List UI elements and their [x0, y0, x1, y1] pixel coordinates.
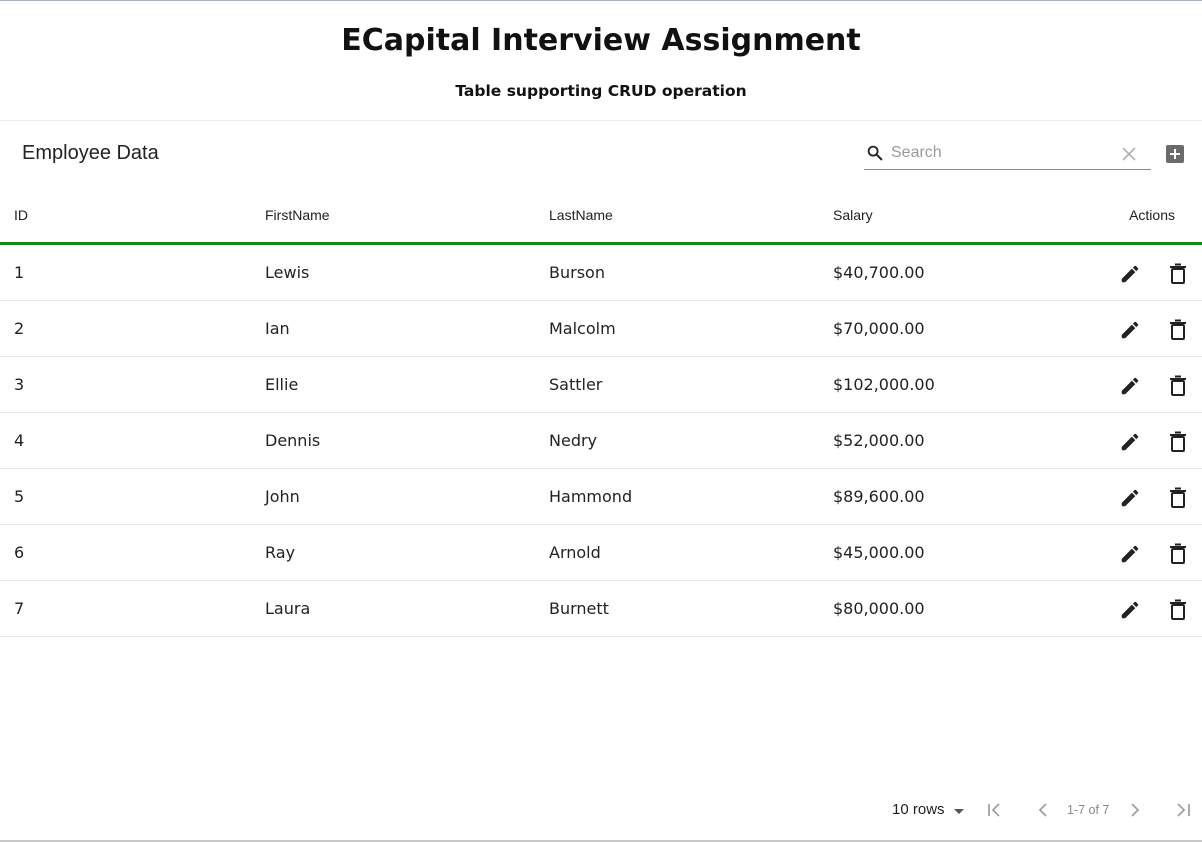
column-header-actions: Actions — [1093, 187, 1202, 245]
cell-salary: $89,600.00 — [833, 468, 1093, 525]
caret-down-icon[interactable] — [954, 809, 964, 814]
page-subtitle: Table supporting CRUD operation — [455, 82, 747, 100]
cell-actions — [1093, 412, 1202, 469]
cell-salary: $70,000.00 — [833, 300, 1093, 357]
table-row: 4 Dennis Nedry $52,000.00 — [0, 412, 1202, 469]
add-box-icon[interactable] — [1166, 145, 1184, 163]
header-row: ID FirstName LastName Salary Actions — [0, 187, 1202, 245]
column-header-firstname[interactable]: FirstName — [265, 187, 549, 245]
cell-id: 4 — [0, 412, 265, 469]
cell-salary: $40,700.00 — [833, 243, 1093, 301]
page-header: ECapital Interview Assignment Table supp… — [0, 1, 1202, 119]
cell-actions — [1093, 243, 1202, 301]
chevron-right-icon[interactable] — [1126, 801, 1144, 819]
cell-firstname: Ellie — [265, 356, 549, 413]
cell-lastname: Hammond — [549, 468, 833, 525]
pencil-icon[interactable] — [1119, 487, 1141, 509]
cell-actions — [1093, 356, 1202, 413]
trash-icon[interactable] — [1168, 599, 1188, 621]
trash-icon[interactable] — [1168, 487, 1188, 509]
close-icon[interactable] — [1121, 146, 1137, 162]
pagination-bar: 10 rows 1-7 of 7 — [0, 791, 1202, 831]
trash-icon[interactable] — [1168, 375, 1188, 397]
cell-lastname: Sattler — [549, 356, 833, 413]
trash-icon[interactable] — [1168, 431, 1188, 453]
column-header-lastname[interactable]: LastName — [549, 187, 833, 245]
cell-firstname: Dennis — [265, 412, 549, 469]
cell-lastname: Burson — [549, 243, 833, 301]
pencil-icon[interactable] — [1119, 599, 1141, 621]
rows-per-page-select[interactable]: 10 rows — [892, 801, 945, 818]
table-toolbar: Employee Data — [0, 121, 1202, 187]
cell-id: 1 — [0, 243, 265, 301]
cell-id: 2 — [0, 300, 265, 357]
cell-lastname: Burnett — [549, 580, 833, 637]
cell-salary: $45,000.00 — [833, 524, 1093, 581]
cell-lastname: Arnold — [549, 524, 833, 581]
cell-actions — [1093, 300, 1202, 357]
page-range-label: 1-7 of 7 — [1067, 803, 1110, 817]
chevron-left-icon[interactable] — [1034, 801, 1052, 819]
table-row: 6 Ray Arnold $45,000.00 — [0, 524, 1202, 581]
column-header-salary[interactable]: Salary — [833, 187, 1093, 245]
table-title: Employee Data — [22, 142, 159, 164]
table-row: 2 Ian Malcolm $70,000.00 — [0, 300, 1202, 357]
first-page-icon[interactable] — [986, 801, 1004, 819]
cell-firstname: Ray — [265, 524, 549, 581]
table-row: 5 John Hammond $89,600.00 — [0, 468, 1202, 525]
pencil-icon[interactable] — [1119, 431, 1141, 453]
search-icon — [867, 145, 883, 161]
cell-salary: $52,000.00 — [833, 412, 1093, 469]
table-row: 1 Lewis Burson $40,700.00 — [0, 243, 1202, 301]
trash-icon[interactable] — [1168, 319, 1188, 341]
table-row: 7 Laura Burnett $80,000.00 — [0, 580, 1202, 637]
search-input[interactable] — [891, 141, 1111, 165]
pencil-icon[interactable] — [1119, 319, 1141, 341]
cell-firstname: Laura — [265, 580, 549, 637]
last-page-icon[interactable] — [1174, 801, 1192, 819]
employee-table: ID FirstName LastName Salary Actions 1 Le… — [0, 187, 1202, 637]
cell-id: 7 — [0, 580, 265, 637]
cell-salary: $80,000.00 — [833, 580, 1093, 637]
pencil-icon[interactable] — [1119, 375, 1141, 397]
cell-id: 5 — [0, 468, 265, 525]
table-header: ID FirstName LastName Salary Actions — [0, 187, 1202, 245]
table-body: 1 Lewis Burson $40,700.00 2 Ian Malcolm $70,000… — [0, 243, 1202, 637]
table-row: 3 Ellie Sattler $102,000.00 — [0, 356, 1202, 413]
cell-actions — [1093, 468, 1202, 525]
trash-icon[interactable] — [1168, 543, 1188, 565]
cell-id: 3 — [0, 356, 265, 413]
cell-firstname: John — [265, 468, 549, 525]
search-box[interactable] — [864, 139, 1151, 170]
trash-icon[interactable] — [1168, 263, 1188, 285]
column-header-id[interactable]: ID — [0, 187, 265, 245]
pencil-icon[interactable] — [1119, 263, 1141, 285]
pencil-icon[interactable] — [1119, 543, 1141, 565]
cell-firstname: Lewis — [265, 243, 549, 301]
cell-lastname: Malcolm — [549, 300, 833, 357]
cell-lastname: Nedry — [549, 412, 833, 469]
page-title: ECapital Interview Assignment — [341, 23, 861, 58]
cell-actions — [1093, 524, 1202, 581]
cell-salary: $102,000.00 — [833, 356, 1093, 413]
cell-firstname: Ian — [265, 300, 549, 357]
app-page: ECapital Interview Assignment Table supp… — [0, 0, 1202, 842]
cell-actions — [1093, 580, 1202, 637]
cell-id: 6 — [0, 524, 265, 581]
